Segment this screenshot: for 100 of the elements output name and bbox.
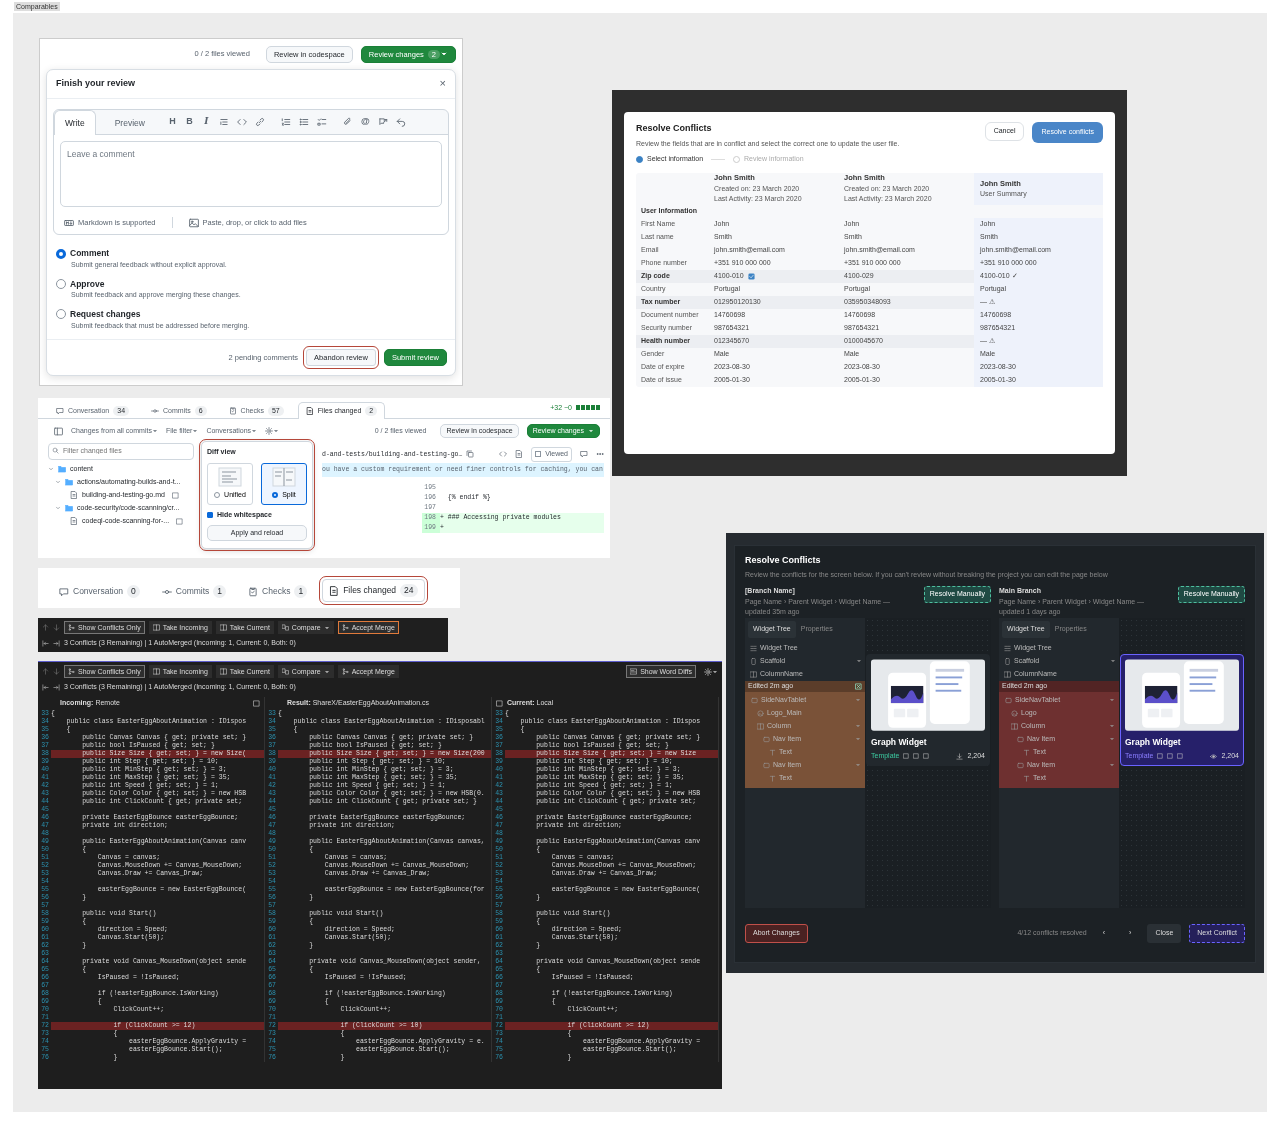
tree-icon bbox=[750, 644, 757, 652]
caret-icon bbox=[855, 762, 861, 768]
image-icon bbox=[1011, 709, 1018, 717]
checklist-icon bbox=[248, 586, 259, 597]
dialog-title: Resolve Conflicts bbox=[636, 122, 713, 135]
undo-icon bbox=[395, 116, 406, 127]
merge-icon bbox=[341, 624, 349, 632]
columns-icon bbox=[219, 624, 227, 632]
radio-button[interactable] bbox=[56, 278, 66, 289]
columns-icon bbox=[750, 670, 757, 678]
chevron-icon bbox=[55, 505, 61, 512]
pr-tab[interactable]: Checks 1 bbox=[241, 580, 315, 602]
comment-marker-icon bbox=[176, 517, 184, 525]
phone-icon bbox=[750, 657, 757, 665]
layout-preview-icon bbox=[272, 466, 296, 487]
columns-icon bbox=[152, 668, 160, 676]
count-badge: 0 bbox=[127, 585, 140, 598]
image-icon bbox=[757, 709, 764, 717]
collapse-left-icon bbox=[42, 639, 49, 647]
search-icon bbox=[52, 447, 59, 455]
caret-icon bbox=[1109, 723, 1115, 729]
sidebar-toggle-icon bbox=[54, 426, 63, 436]
container-icon bbox=[751, 696, 758, 704]
container-icon bbox=[763, 735, 770, 743]
container-icon bbox=[1017, 735, 1024, 743]
pr-tab[interactable]: Files changed 24 bbox=[322, 579, 425, 602]
file-icon bbox=[305, 406, 314, 415]
up-arrow-icon bbox=[42, 624, 49, 632]
container-icon bbox=[763, 761, 770, 769]
down-arrow-icon bbox=[53, 668, 60, 676]
bold-icon[interactable]: B bbox=[184, 115, 194, 129]
bullet-list-icon bbox=[298, 116, 309, 127]
file-icon bbox=[515, 450, 524, 459]
caret-icon bbox=[856, 658, 862, 664]
count-badge: 1 bbox=[294, 585, 308, 598]
text-icon bbox=[769, 774, 776, 782]
caret-icon bbox=[273, 428, 280, 435]
radio-button[interactable] bbox=[56, 248, 66, 259]
checklist-icon bbox=[228, 406, 237, 415]
numbered-list-icon bbox=[280, 116, 291, 127]
settings-dropdown[interactable] bbox=[265, 427, 280, 436]
tree-icon bbox=[1004, 644, 1011, 652]
dialog-title: Finish your review bbox=[56, 77, 136, 90]
pr-tab[interactable]: Conversation 0 bbox=[52, 580, 147, 602]
caret-icon bbox=[712, 668, 718, 675]
settings-icon bbox=[704, 667, 712, 676]
columns-icon bbox=[757, 722, 764, 730]
comment-field[interactable]: Leave a comment bbox=[60, 141, 442, 208]
collapse-left-icon bbox=[42, 683, 49, 691]
settings-dropdown[interactable] bbox=[704, 667, 718, 676]
caret-icon bbox=[1109, 736, 1115, 742]
columns-icon bbox=[1004, 670, 1011, 678]
container-icon bbox=[1017, 761, 1024, 769]
option-label: Comment bbox=[70, 247, 110, 260]
caret-icon bbox=[855, 697, 861, 703]
attach-icon bbox=[342, 116, 353, 127]
commit-icon bbox=[151, 406, 160, 415]
editor-tab[interactable]: Preview bbox=[103, 109, 156, 136]
caret-icon bbox=[855, 723, 861, 729]
caret-icon bbox=[151, 428, 158, 435]
dialog-title: Resolve Conflicts bbox=[745, 554, 822, 567]
italic-icon[interactable]: I bbox=[201, 115, 211, 129]
editor-tab[interactable]: Write bbox=[54, 109, 96, 136]
compare-icon bbox=[281, 624, 289, 632]
copy-icon bbox=[466, 450, 475, 459]
checkbox-icon bbox=[253, 699, 260, 707]
down-arrow-icon bbox=[53, 624, 60, 632]
caret-icon bbox=[323, 624, 330, 631]
markdown-icon bbox=[64, 217, 74, 228]
link-icon bbox=[254, 116, 265, 127]
checkbox-icon bbox=[496, 699, 503, 707]
heading-icon[interactable]: H bbox=[167, 115, 177, 129]
chat-icon bbox=[59, 586, 69, 597]
task-list-icon bbox=[316, 116, 327, 127]
card-title: Graph Widget bbox=[871, 736, 928, 749]
container-icon bbox=[1005, 696, 1012, 704]
layout-preview-icon bbox=[218, 466, 242, 487]
caret-icon bbox=[323, 668, 330, 675]
columns-icon bbox=[1011, 722, 1018, 730]
radio-button[interactable] bbox=[56, 309, 66, 320]
reference-icon bbox=[377, 116, 388, 127]
expand-icon bbox=[855, 682, 862, 690]
phone-icon bbox=[1004, 657, 1011, 665]
count-badge: 1 bbox=[213, 585, 227, 598]
card-title: Graph Widget bbox=[1125, 736, 1182, 749]
eye-icon bbox=[1210, 752, 1218, 760]
download-icon bbox=[956, 752, 964, 760]
pr-tab[interactable]: Commits 1 bbox=[154, 580, 234, 602]
code-icon bbox=[499, 450, 508, 459]
code-icon bbox=[236, 116, 247, 127]
close-button[interactable]: × bbox=[439, 78, 446, 90]
caret-icon bbox=[1109, 762, 1115, 768]
caret-icon bbox=[855, 736, 861, 742]
mention-icon[interactable]: @ bbox=[360, 115, 370, 129]
comment-icon bbox=[580, 450, 588, 459]
columns-icon bbox=[219, 668, 227, 676]
columns-icon bbox=[152, 624, 160, 632]
text-icon bbox=[1023, 748, 1030, 756]
caret-icon bbox=[192, 428, 199, 435]
caret-icon bbox=[440, 50, 448, 58]
